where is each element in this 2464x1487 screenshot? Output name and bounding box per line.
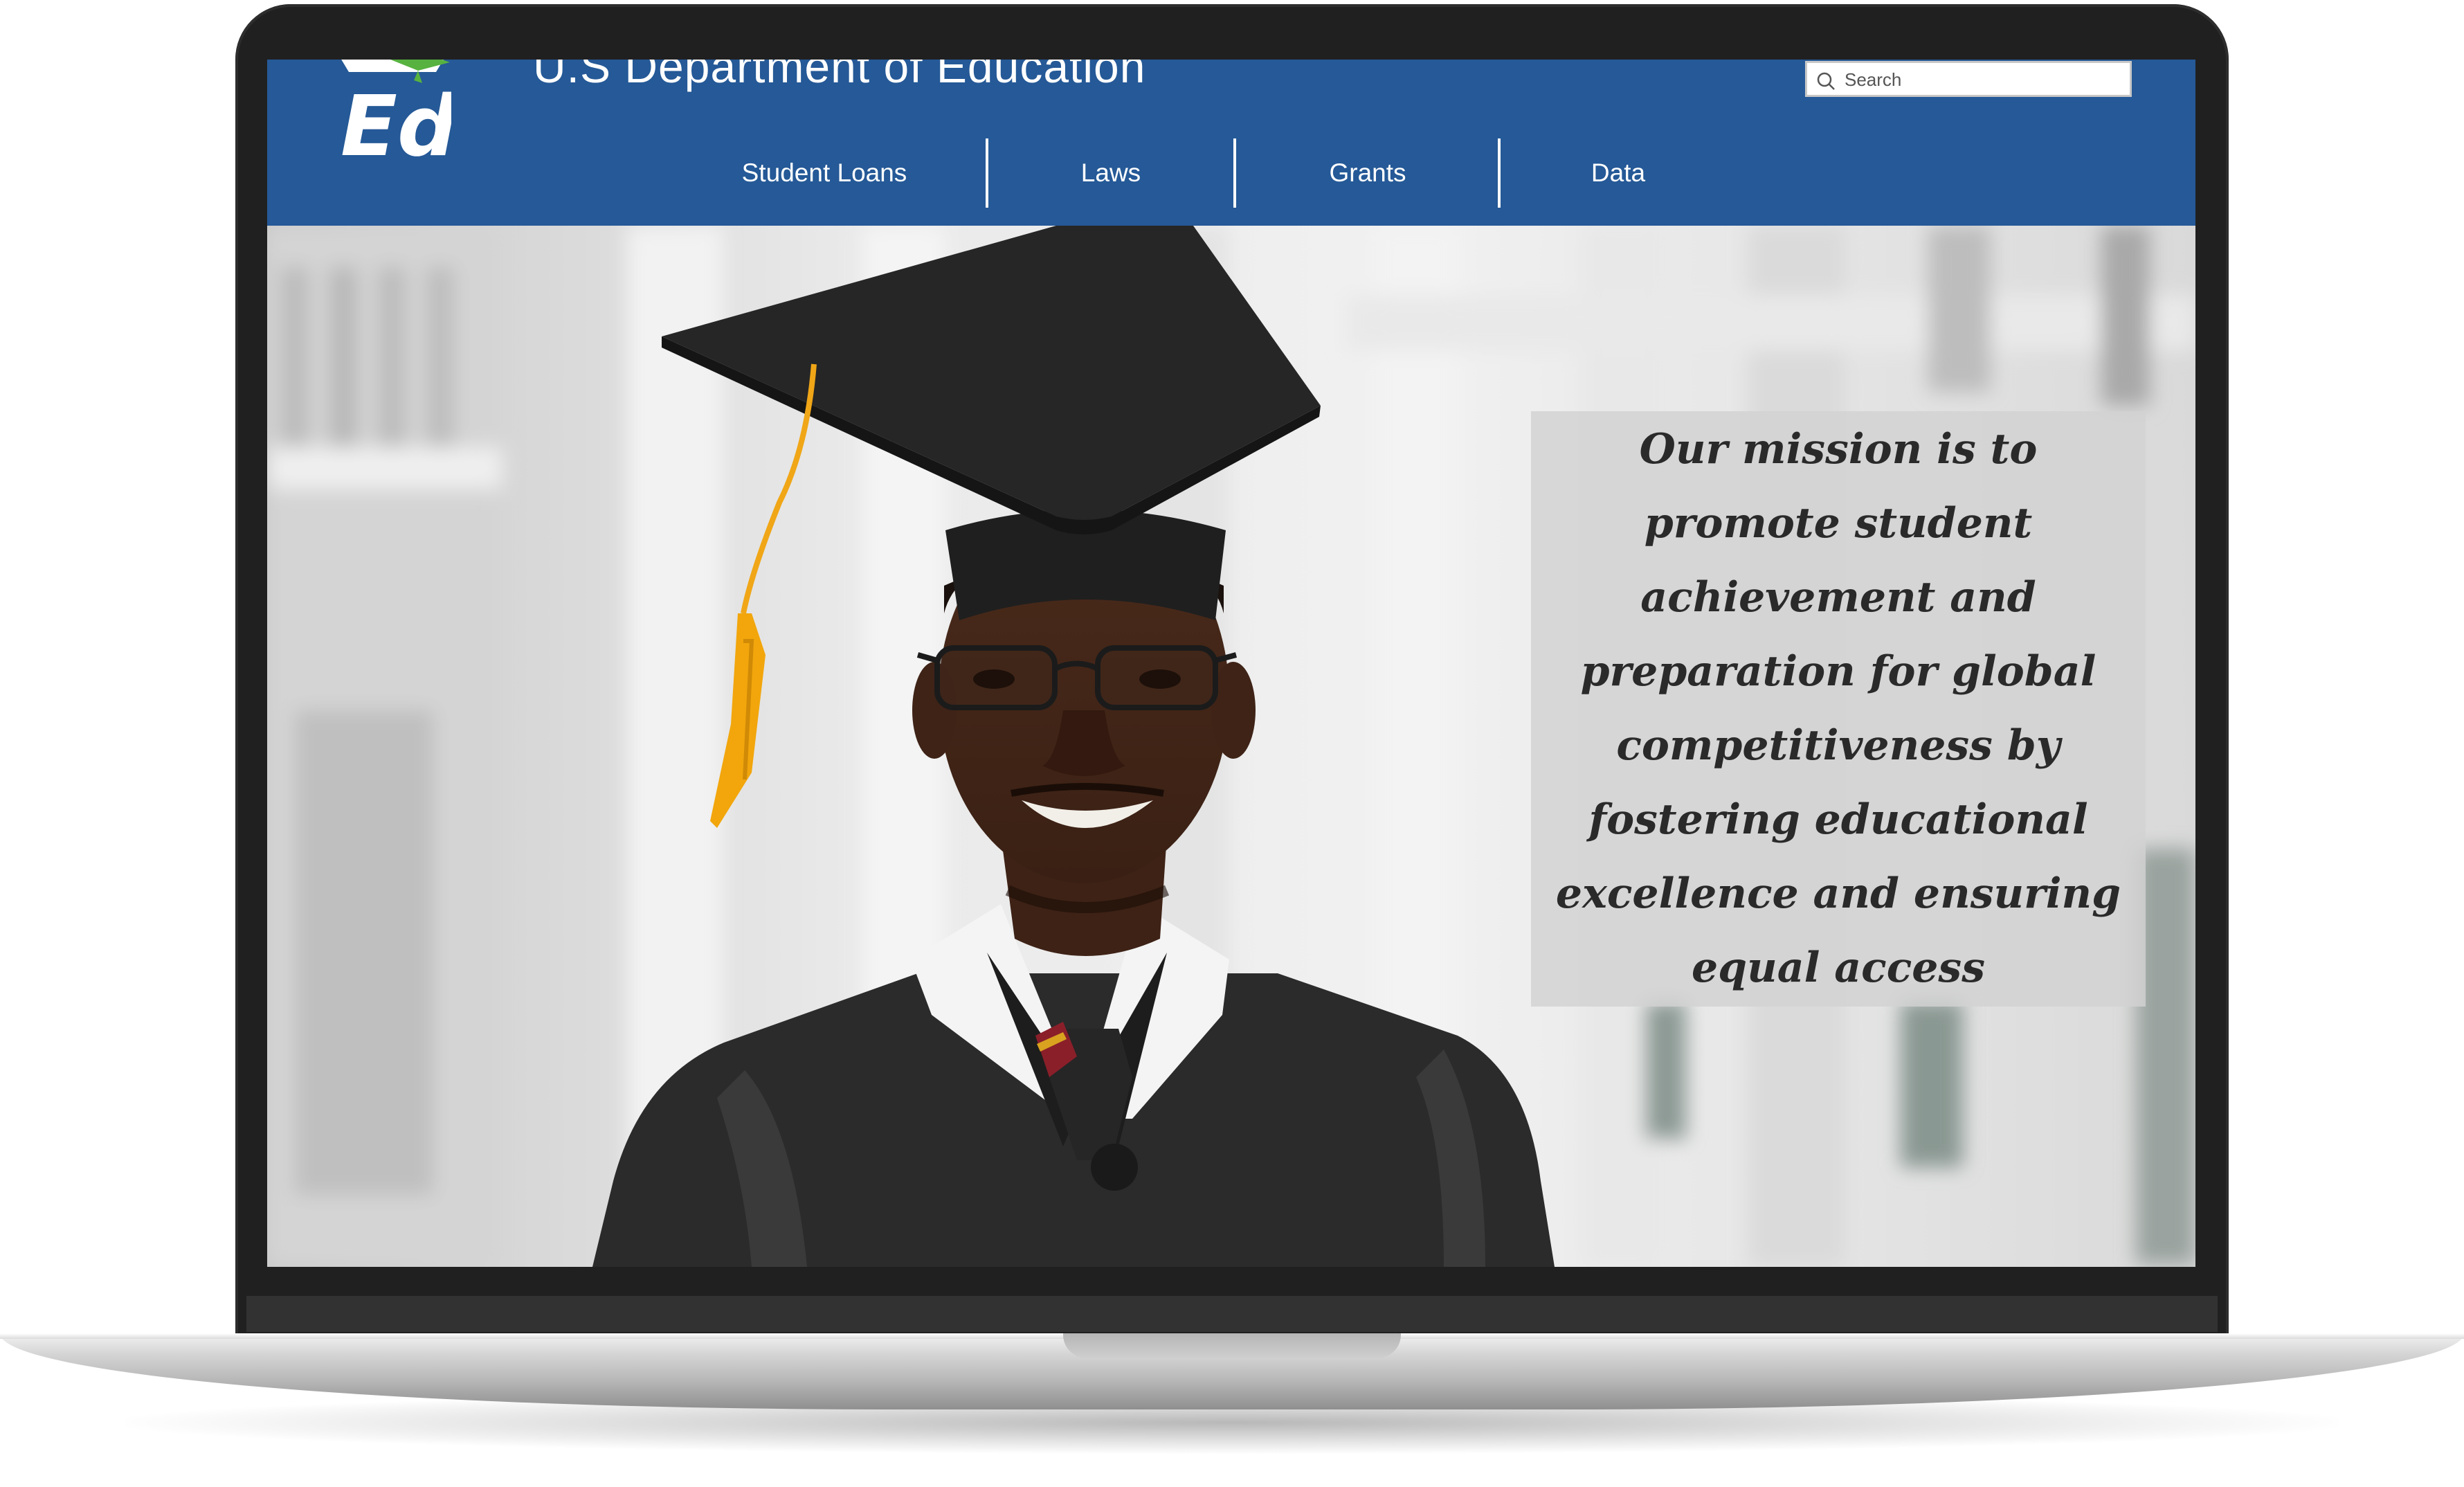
main-nav: Student Loans Laws Grants Data — [717, 137, 1686, 209]
ed-logo[interactable]: Ed — [334, 60, 451, 163]
laptop-chin — [246, 1296, 2218, 1332]
nav-item-student-loans[interactable]: Student Loans — [717, 137, 932, 209]
search-icon — [1817, 72, 1835, 90]
mission-box: Our mission is to promote student achiev… — [1531, 411, 2146, 1007]
search-input[interactable] — [1843, 63, 2123, 96]
nav-item-laws[interactable]: Laws — [988, 137, 1233, 209]
laptop-notch — [1063, 1333, 1401, 1358]
browser-screen: Our mission is to promote student achiev… — [267, 60, 2195, 1267]
site-header: Ed U.S Department of Education Student L… — [267, 60, 2195, 226]
logo-text: Ed — [341, 79, 451, 163]
search-box[interactable] — [1805, 61, 2132, 97]
nav-item-data[interactable]: Data — [1501, 137, 1736, 209]
mission-statement: Our mission is to promote student achiev… — [1555, 425, 2121, 992]
site-title: U.S Department of Education — [533, 60, 1146, 92]
hero-section: Our mission is to promote student achiev… — [267, 226, 2195, 1267]
nav-item-grants[interactable]: Grants — [1236, 137, 1499, 209]
